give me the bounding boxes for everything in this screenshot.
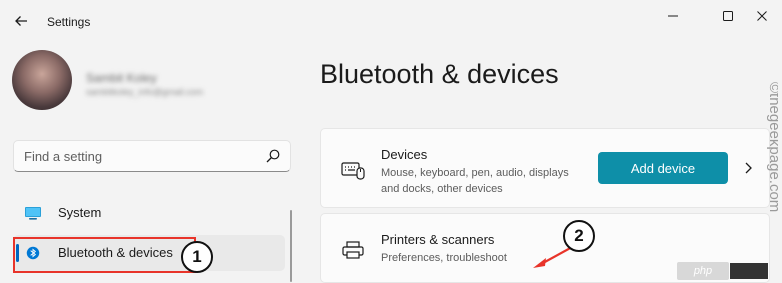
avatar[interactable] [12,50,72,110]
monitor-icon [25,207,41,220]
user-email: sambitkoley_info@gmail.com [86,87,204,97]
printers-card[interactable]: Printers & scanners Preferences, trouble… [320,213,770,283]
sidebar-item-label: System [58,205,102,220]
card-description: Mouse, keyboard, pen, audio, displays an… [381,167,569,195]
sidebar-item-label: Bluetooth & devices [58,245,173,260]
sidebar-item-bluetooth[interactable]: Bluetooth & devices [13,235,285,271]
watermark: ©thegeekpage.com [766,82,778,212]
search-icon[interactable] [266,149,280,163]
sidebar-item-system[interactable]: System [13,195,285,231]
card-title: Devices [381,147,428,162]
bluetooth-icon [26,246,40,260]
search-input[interactable] [14,141,264,171]
title-bar: Settings [0,0,782,44]
sidebar-scrollbar[interactable] [290,210,292,282]
card-title: Printers & scanners [381,232,495,247]
selection-indicator [16,244,19,262]
back-button[interactable] [10,10,32,32]
devices-icon [341,162,365,180]
php-logo: php [677,262,729,280]
step-badge-2: 2 [563,220,595,252]
page-title: Bluetooth & devices [320,59,559,89]
card-description: Preferences, troubleshoot [381,252,507,264]
minimize-button[interactable] [653,4,693,28]
user-name: Sambit Koley [86,71,157,85]
minimize-icon [668,15,678,17]
printer-icon [342,241,364,259]
devices-card[interactable]: Devices Mouse, keyboard, pen, audio, dis… [320,128,770,208]
back-arrow-icon [15,16,27,26]
add-device-button[interactable]: Add device [598,152,728,184]
watermark-text: ©thegeekpage.com [766,82,778,212]
step-badge-1: 1 [181,241,213,273]
close-icon [757,11,767,21]
search-box[interactable] [13,140,291,172]
app-title: Settings [47,15,91,29]
close-button[interactable] [742,4,782,28]
maximize-icon [723,11,733,21]
